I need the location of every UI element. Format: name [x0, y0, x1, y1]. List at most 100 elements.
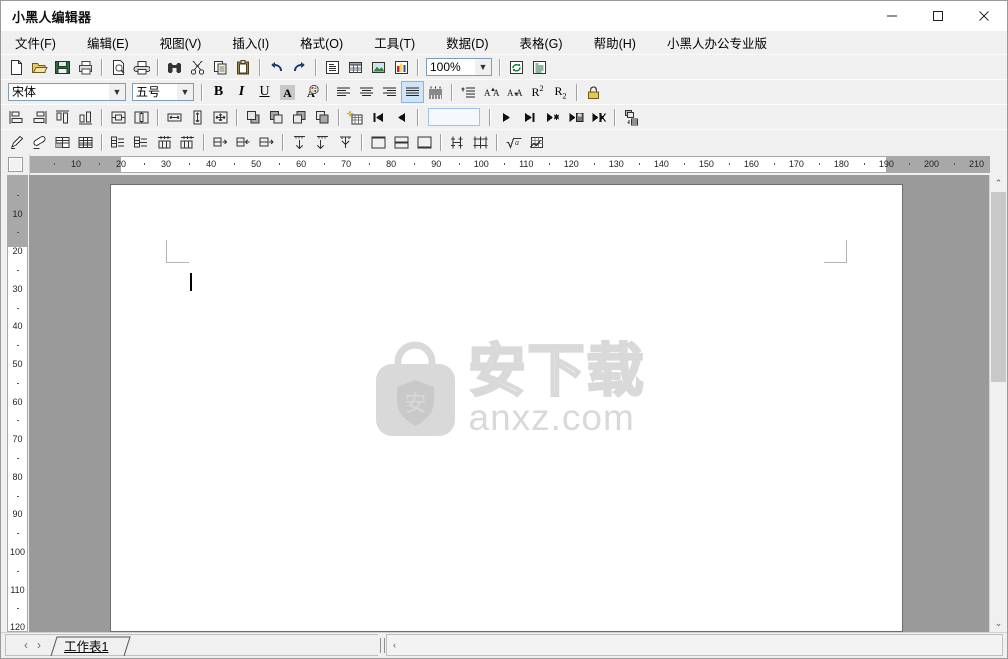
next-record-icon[interactable] [495, 106, 518, 128]
record-number-field[interactable] [428, 108, 480, 126]
insert-column-left-icon[interactable] [153, 131, 176, 153]
previous-record-icon[interactable] [390, 106, 413, 128]
font-size-combo[interactable]: 五号 ▼ [132, 83, 194, 101]
menu-item-tools[interactable]: 工具(T) [374, 30, 415, 55]
vertical-scroll-thumb[interactable] [991, 192, 1006, 382]
bring-forward-icon[interactable] [265, 106, 288, 128]
insert-table-icon[interactable] [344, 56, 367, 78]
redo-arrow-icon[interactable] [288, 56, 311, 78]
document-canvas[interactable]: 安 安下载 anxz.com [29, 175, 989, 632]
new-document-icon[interactable] [5, 56, 28, 78]
new-record-icon[interactable] [344, 106, 367, 128]
lock-icon[interactable] [582, 81, 605, 103]
add-record-icon[interactable] [541, 106, 564, 128]
italic-icon[interactable]: I [230, 81, 253, 103]
merge-cells-icon[interactable] [209, 131, 232, 153]
chevron-down-icon[interactable]: ▼ [475, 59, 491, 75]
table-properties-icon[interactable] [469, 131, 492, 153]
align-center-cell-icon[interactable] [334, 131, 357, 153]
scroll-up-arrow-icon[interactable]: ⌃ [990, 175, 1007, 192]
menu-item-file[interactable]: 文件(F) [15, 30, 56, 55]
table-chart-icon[interactable] [525, 131, 548, 153]
scroll-down-arrow-icon[interactable]: ⌄ [990, 615, 1007, 632]
underline-icon[interactable]: U [253, 81, 276, 103]
align-center-icon[interactable] [355, 81, 378, 103]
align-left-icon[interactable] [332, 81, 355, 103]
increase-font-icon[interactable]: A ▲ A [480, 81, 503, 103]
insert-row-below-icon[interactable] [130, 131, 153, 153]
maximize-button[interactable] [915, 1, 961, 31]
distribute-rows-icon[interactable] [255, 131, 278, 153]
insert-subform-icon[interactable] [620, 106, 643, 128]
border-bottom-icon[interactable] [413, 131, 436, 153]
save-record-icon[interactable] [564, 106, 587, 128]
send-backward-icon[interactable] [288, 106, 311, 128]
find-binoculars-icon[interactable] [163, 56, 186, 78]
vertical-scrollbar[interactable]: ⌃ ⌄ [989, 175, 1007, 632]
menu-item-table[interactable]: 表格(G) [520, 30, 563, 55]
align-objects-top-icon[interactable] [51, 106, 74, 128]
same-size-icon[interactable] [209, 106, 232, 128]
print-preview-icon[interactable] [107, 56, 130, 78]
delete-record-icon[interactable] [587, 106, 610, 128]
menu-item-data[interactable]: 数据(D) [446, 30, 488, 55]
superscript-icon[interactable]: R2 [526, 81, 549, 103]
send-to-back-icon[interactable] [311, 106, 334, 128]
align-top-right-icon[interactable] [311, 131, 334, 153]
center-horizontally-icon[interactable] [130, 106, 153, 128]
font-color-icon[interactable]: A [276, 81, 299, 103]
menu-item-format[interactable]: 格式(O) [300, 30, 343, 55]
vertical-scroll-track[interactable] [990, 192, 1007, 615]
first-record-icon[interactable] [367, 106, 390, 128]
menu-item-edit[interactable]: 编辑(E) [87, 30, 129, 55]
undo-arrow-icon[interactable] [265, 56, 288, 78]
align-justify-icon[interactable] [401, 81, 424, 103]
chevron-down-icon[interactable]: ▼ [109, 84, 125, 100]
insert-textbox-icon[interactable] [321, 56, 344, 78]
align-objects-bottom-icon[interactable] [74, 106, 97, 128]
eraser-icon[interactable] [28, 131, 51, 153]
same-height-icon[interactable] [186, 106, 209, 128]
zoom-combo[interactable]: 100% ▼ [426, 58, 492, 76]
document-page[interactable]: 安 安下载 anxz.com [110, 184, 903, 632]
horizontal-ruler[interactable]: 10 20 30 40 50 60 70 80 90 100 110 120 130 140 150 160 1… [30, 156, 990, 173]
print-icon[interactable] [130, 56, 153, 78]
split-cells-icon[interactable] [232, 131, 255, 153]
subscript-icon[interactable]: R2 [549, 81, 572, 103]
menu-item-view[interactable]: 视图(V) [160, 30, 202, 55]
save-disk-icon[interactable] [51, 56, 74, 78]
close-button[interactable] [961, 1, 1007, 31]
bold-icon[interactable]: B [207, 81, 230, 103]
print-setup-icon[interactable] [74, 56, 97, 78]
ruler-corner-button[interactable] [1, 154, 30, 175]
open-folder-icon[interactable] [28, 56, 51, 78]
insert-column-right-icon[interactable] [176, 131, 199, 153]
align-objects-left-icon[interactable] [5, 106, 28, 128]
formula-sqrt-icon[interactable]: a [502, 131, 525, 153]
refresh-icon[interactable] [505, 56, 528, 78]
align-right-icon[interactable] [378, 81, 401, 103]
same-width-icon[interactable] [163, 106, 186, 128]
last-record-icon[interactable] [518, 106, 541, 128]
insert-row-above-icon[interactable] [107, 131, 130, 153]
decrease-font-icon[interactable]: A ▼ A [503, 81, 526, 103]
report-list-icon[interactable] [528, 56, 551, 78]
minimize-button[interactable] [869, 1, 915, 31]
chevron-down-icon[interactable]: ▼ [177, 84, 193, 100]
copy-icon[interactable] [209, 56, 232, 78]
align-distributed-icon[interactable] [424, 81, 447, 103]
center-vertically-icon[interactable] [107, 106, 130, 128]
cut-scissors-icon[interactable] [186, 56, 209, 78]
sheet-prev-icon[interactable]: ‹ [24, 638, 28, 652]
horizontal-split-handle[interactable] [378, 634, 386, 656]
menu-item-insert[interactable]: 插入(I) [232, 30, 269, 55]
sheet-tab-active[interactable]: 工作表1 [50, 635, 131, 656]
menu-item-help[interactable]: 帮助(H) [594, 30, 636, 55]
insert-chart-icon[interactable] [390, 56, 413, 78]
border-middle-icon[interactable] [390, 131, 413, 153]
table-autoformat-icon[interactable] [446, 131, 469, 153]
hscroll-left-arrow-icon[interactable]: ‹ [387, 640, 402, 650]
paste-icon[interactable] [232, 56, 255, 78]
line-spacing-icon[interactable] [457, 81, 480, 103]
align-objects-right-icon[interactable] [28, 106, 51, 128]
